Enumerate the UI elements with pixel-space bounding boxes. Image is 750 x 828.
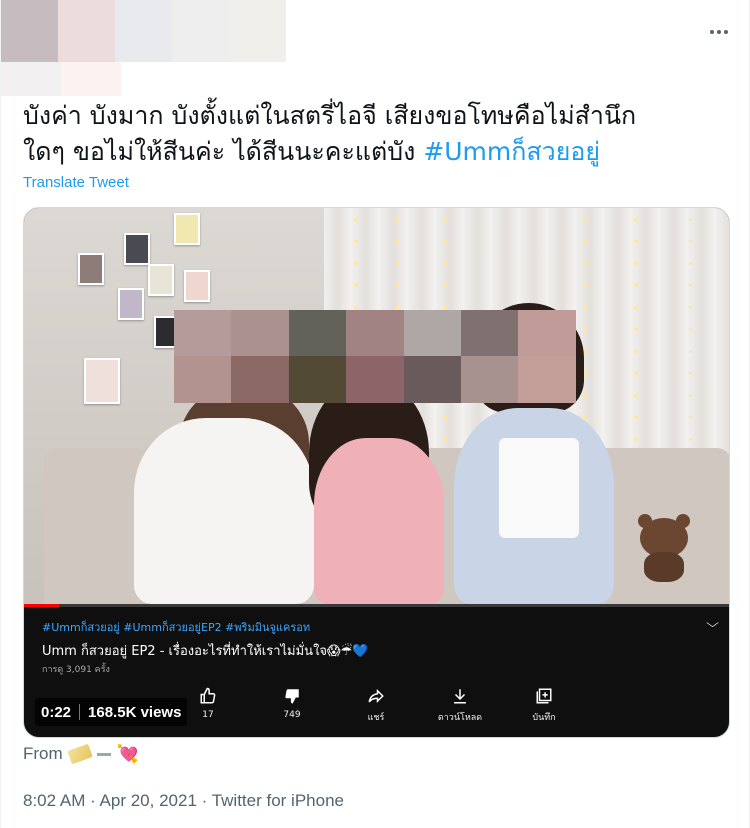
wall-photo (184, 270, 210, 302)
video-progress-bar[interactable] (24, 604, 729, 607)
video-stats-badge: 0:22 168.5K views (35, 698, 188, 726)
tweet-card: บังค่า บังมาก บังตั้งแต่ในสตรี่ไอจี เสีย… (0, 0, 750, 828)
blurred-faces (174, 310, 576, 403)
share-icon (346, 686, 406, 706)
download-icon (430, 686, 490, 706)
tweet-text: บังค่า บังมาก บังตั้งแต่ในสตรี่ไอจี เสีย… (23, 98, 723, 170)
blurred-author-handle (1, 62, 121, 96)
dislike-button[interactable]: 749 (262, 686, 322, 720)
translate-tweet-link[interactable]: Translate Tweet (23, 174, 129, 191)
wall-photo (118, 288, 144, 320)
wall-photo (174, 213, 200, 245)
download-label: ดาวน์โหลด (437, 713, 483, 723)
wall-photo (78, 253, 104, 285)
save-icon (514, 686, 574, 706)
person-left (134, 418, 314, 604)
video-view-count: การดู 3,091 ครั้ง (42, 665, 110, 675)
blurred-author-info[interactable] (1, 0, 286, 62)
video-duration: 0:22 (41, 703, 72, 721)
chevron-down-icon[interactable]: ⌵ (706, 616, 719, 631)
tweet-timestamp[interactable]: 8:02 AM · Apr 20, 2021 · Twitter for iPh… (23, 791, 344, 811)
from-label: From (23, 744, 63, 763)
tweet-text-line1: บังค่า บังมาก บังตั้งแต่ในสตรี่ไอจี เสีย… (23, 101, 637, 130)
download-button[interactable]: ดาวน์โหลด (430, 686, 490, 724)
save-label: บันทึก (532, 713, 556, 723)
money-emoji-icon (66, 743, 93, 765)
share-label: แชร์ (367, 713, 385, 723)
more-options-button[interactable] (705, 20, 733, 44)
dislike-count: 749 (283, 710, 301, 720)
tweet-header (1, 0, 750, 96)
dash-emoji-icon (96, 752, 111, 756)
tweet-text-line2: ใดๆ ขอไม่ให้สีนค่ะ ได้สีนนะคะแต่บัง (23, 137, 424, 166)
video-progress-fill (24, 604, 60, 607)
teddy-bear (634, 514, 694, 582)
video-views-badge: 168.5K views (88, 703, 182, 721)
video-title: Umm ก็สวยอยู่ EP2 - เรื่องอะไรที่ทำให้เร… (42, 644, 369, 659)
wall-photo (124, 233, 150, 265)
share-button[interactable]: แชร์ (346, 686, 406, 724)
save-button[interactable]: บันทึก (514, 686, 574, 724)
thumbs-down-icon (262, 686, 322, 706)
from-line: From 💘 (23, 743, 140, 765)
heart-emoji-icon: 💘 (116, 744, 140, 764)
hashtag-link[interactable]: #Ummก็สวยอยู่ (423, 137, 600, 166)
person-center (314, 438, 444, 604)
more-horizontal-icon (710, 30, 714, 34)
embedded-video-player[interactable]: #Ummก็สวยอยู่ #Ummก็สวยอยู่EP2 #พริมมินจ… (23, 207, 730, 738)
video-thumbnail[interactable] (24, 208, 729, 604)
wall-poster (84, 358, 120, 404)
video-hashtags[interactable]: #Ummก็สวยอยู่ #Ummก็สวยอยู่EP2 #พริมมินจ… (42, 618, 310, 636)
wall-photo (148, 264, 174, 296)
